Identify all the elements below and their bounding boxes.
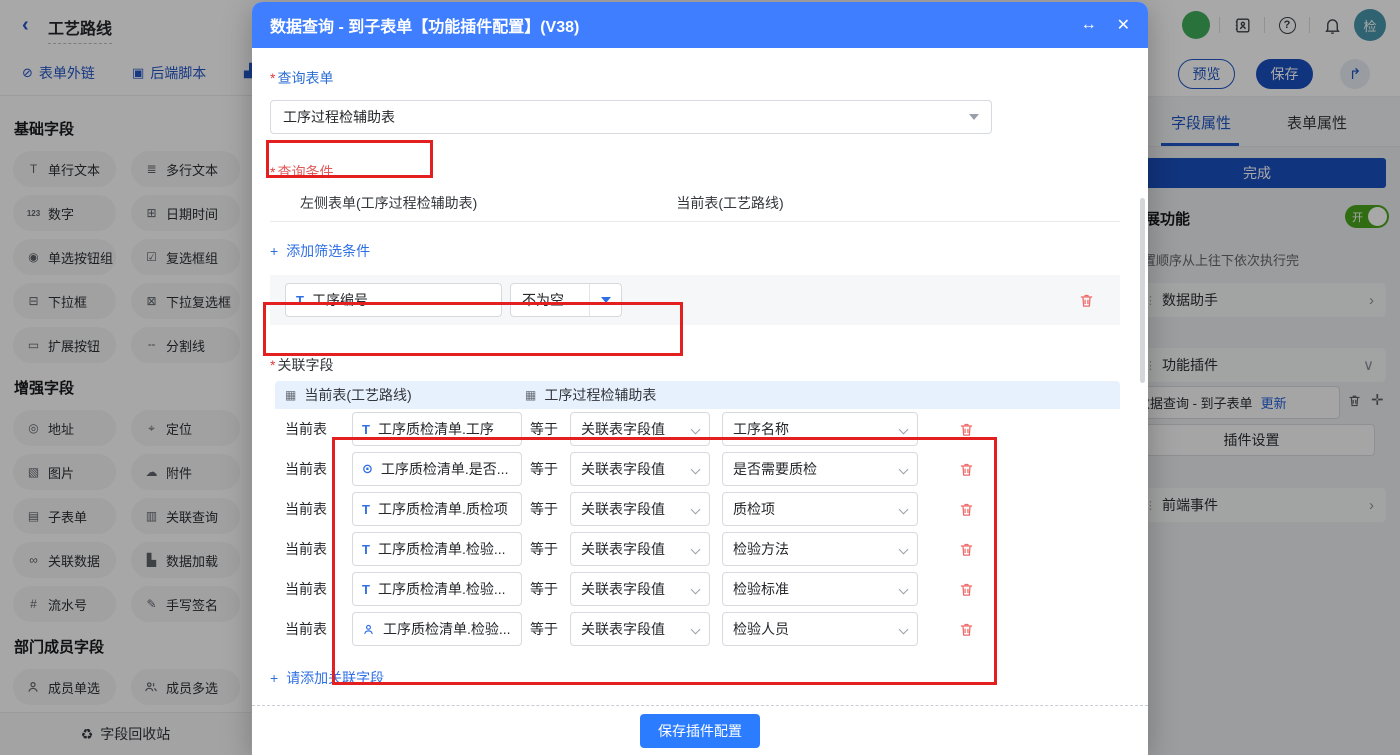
relation-value-select[interactable]: 质检项 xyxy=(722,492,918,526)
relation-mid-select[interactable]: 关联表字段值 xyxy=(570,412,710,446)
query-form-select[interactable]: 工序过程检辅助表 xyxy=(270,100,992,134)
condition-headers: 左侧表单(工序过程检辅助表) 当前表(工艺路线) xyxy=(270,193,1120,213)
chevron-down-icon xyxy=(691,424,701,434)
grid-icon: ▦ xyxy=(525,388,536,402)
relation-row: 当前表 ⊙工序质检清单.是否... 等于 关联表字段值 是否需要质检 xyxy=(275,449,1120,489)
relation-value-select[interactable]: 是否需要质检 xyxy=(722,452,918,486)
relation-left-table: 当前表(工艺路线) xyxy=(304,385,411,405)
condition-right-header: 当前表(工艺路线) xyxy=(676,193,783,213)
modal-scrollbar[interactable] xyxy=(1140,198,1145,383)
relation-row: 当前表 工序质检清单.检验... 等于 关联表字段值 检验人员 xyxy=(275,609,1120,649)
expand-icon[interactable]: ↔ xyxy=(1081,16,1097,34)
relation-row: 当前表 T工序质检清单.检验... 等于 关联表字段值 检验方法 xyxy=(275,529,1120,569)
modal-body: 查询表单 工序过程检辅助表 查询条件 左侧表单(工序过程检辅助表) 当前表(工艺… xyxy=(252,48,1148,705)
condition-left-header: 左侧表单(工序过程检辅助表) xyxy=(300,193,477,213)
relation-table: ▦ 当前表(工艺路线) ▦ 工序过程检辅助表 当前表 T工序质检清单.工序 等于… xyxy=(275,381,1120,649)
text-field-icon: T xyxy=(362,502,370,517)
filter-field-input[interactable]: T 工序编号 xyxy=(285,283,502,317)
modal-header: 数据查询 - 到子表单【功能插件配置】(V38) ↔ ✕ xyxy=(252,2,1148,48)
chevron-down-icon xyxy=(691,504,701,514)
radio-field-icon: ⊙ xyxy=(362,461,373,477)
close-icon[interactable]: ✕ xyxy=(1117,15,1130,35)
delete-row-icon[interactable] xyxy=(958,541,975,558)
relation-field-input[interactable]: T工序质检清单.质检项 xyxy=(352,492,522,526)
relation-field-input[interactable]: ⊙工序质检清单.是否... xyxy=(352,452,522,486)
chevron-down-icon xyxy=(899,584,909,594)
relation-row: 当前表 T工序质检清单.检验... 等于 关联表字段值 检验标准 xyxy=(275,569,1120,609)
relation-field-input[interactable]: T工序质检清单.检验... xyxy=(352,572,522,606)
chevron-down-icon xyxy=(691,544,701,554)
relation-value-select[interactable]: 检验方法 xyxy=(722,532,918,566)
relation-value-select[interactable]: 检验标准 xyxy=(722,572,918,606)
relation-field-label: 关联字段 xyxy=(270,325,1120,375)
relation-mid-select[interactable]: 关联表字段值 xyxy=(570,452,710,486)
modal-title: 数据查询 - 到子表单【功能插件配置】(V38) xyxy=(270,13,579,37)
delete-filter-icon[interactable] xyxy=(1078,292,1095,309)
relation-field-input[interactable]: T工序质检清单.检验... xyxy=(352,532,522,566)
grid-icon: ▦ xyxy=(285,388,296,402)
relation-field-input[interactable]: T工序质检清单.工序 xyxy=(352,412,522,446)
delete-row-icon[interactable] xyxy=(958,581,975,598)
relation-table-header: ▦ 当前表(工艺路线) ▦ 工序过程检辅助表 xyxy=(275,381,1120,409)
query-condition-label: 查询条件 xyxy=(270,134,1120,182)
delete-row-icon[interactable] xyxy=(958,461,975,478)
relation-mid-select[interactable]: 关联表字段值 xyxy=(570,572,710,606)
relation-mid-select[interactable]: 关联表字段值 xyxy=(570,532,710,566)
app-root: ‹ 工艺路线 ? 检 ⊘ 表单外链 ▣ 后端脚本 ▟ xyxy=(0,0,1400,755)
person-field-icon xyxy=(362,623,375,636)
delete-row-icon[interactable] xyxy=(958,421,975,438)
chevron-down-icon xyxy=(899,544,909,554)
relation-value-select[interactable]: 检验人员 xyxy=(722,612,918,646)
text-field-icon: T xyxy=(296,293,304,308)
relation-value-select[interactable]: 工序名称 xyxy=(722,412,918,446)
relation-mid-select[interactable]: 关联表字段值 xyxy=(570,612,710,646)
chevron-down-icon xyxy=(691,624,701,634)
modal-footer: 保存插件配置 xyxy=(252,705,1148,755)
relation-right-table: 工序过程检辅助表 xyxy=(544,385,656,405)
relation-row: 当前表 T工序质检清单.质检项 等于 关联表字段值 质检项 xyxy=(275,489,1120,529)
chevron-down-icon xyxy=(691,584,701,594)
plus-icon: + xyxy=(270,243,278,259)
query-form-value: 工序过程检辅助表 xyxy=(283,107,395,127)
text-field-icon: T xyxy=(362,542,370,557)
dropdown-arrow-icon xyxy=(969,114,979,120)
chevron-down-icon xyxy=(899,504,909,514)
chevron-down-icon xyxy=(899,464,909,474)
delete-row-icon[interactable] xyxy=(958,621,975,638)
chevron-down-icon xyxy=(899,624,909,634)
add-relation-field-link[interactable]: + 请添加关联字段 xyxy=(270,668,384,688)
relation-field-input[interactable]: 工序质检清单.检验... xyxy=(352,612,522,646)
relation-row: 当前表 T工序质检清单.工序 等于 关联表字段值 工序名称 xyxy=(275,409,1120,449)
dropdown-arrow-icon xyxy=(601,297,611,303)
operator-dropdown-button[interactable] xyxy=(589,284,621,316)
text-field-icon: T xyxy=(362,582,370,597)
save-plugin-config-button[interactable]: 保存插件配置 xyxy=(640,714,760,748)
text-field-icon: T xyxy=(362,422,370,437)
plus-icon: + xyxy=(270,670,278,686)
plugin-config-modal: 数据查询 - 到子表单【功能插件配置】(V38) ↔ ✕ 查询表单 工序过程检辅… xyxy=(252,2,1148,755)
chevron-down-icon xyxy=(899,424,909,434)
chevron-down-icon xyxy=(691,464,701,474)
delete-row-icon[interactable] xyxy=(958,501,975,518)
divider xyxy=(270,221,1120,222)
filter-condition-row: T 工序编号 不为空 xyxy=(270,275,1120,325)
add-filter-condition-link[interactable]: + 添加筛选条件 xyxy=(270,241,370,261)
relation-mid-select[interactable]: 关联表字段值 xyxy=(570,492,710,526)
query-form-label: 查询表单 xyxy=(270,48,1120,88)
filter-operator-select[interactable]: 不为空 xyxy=(510,283,622,317)
